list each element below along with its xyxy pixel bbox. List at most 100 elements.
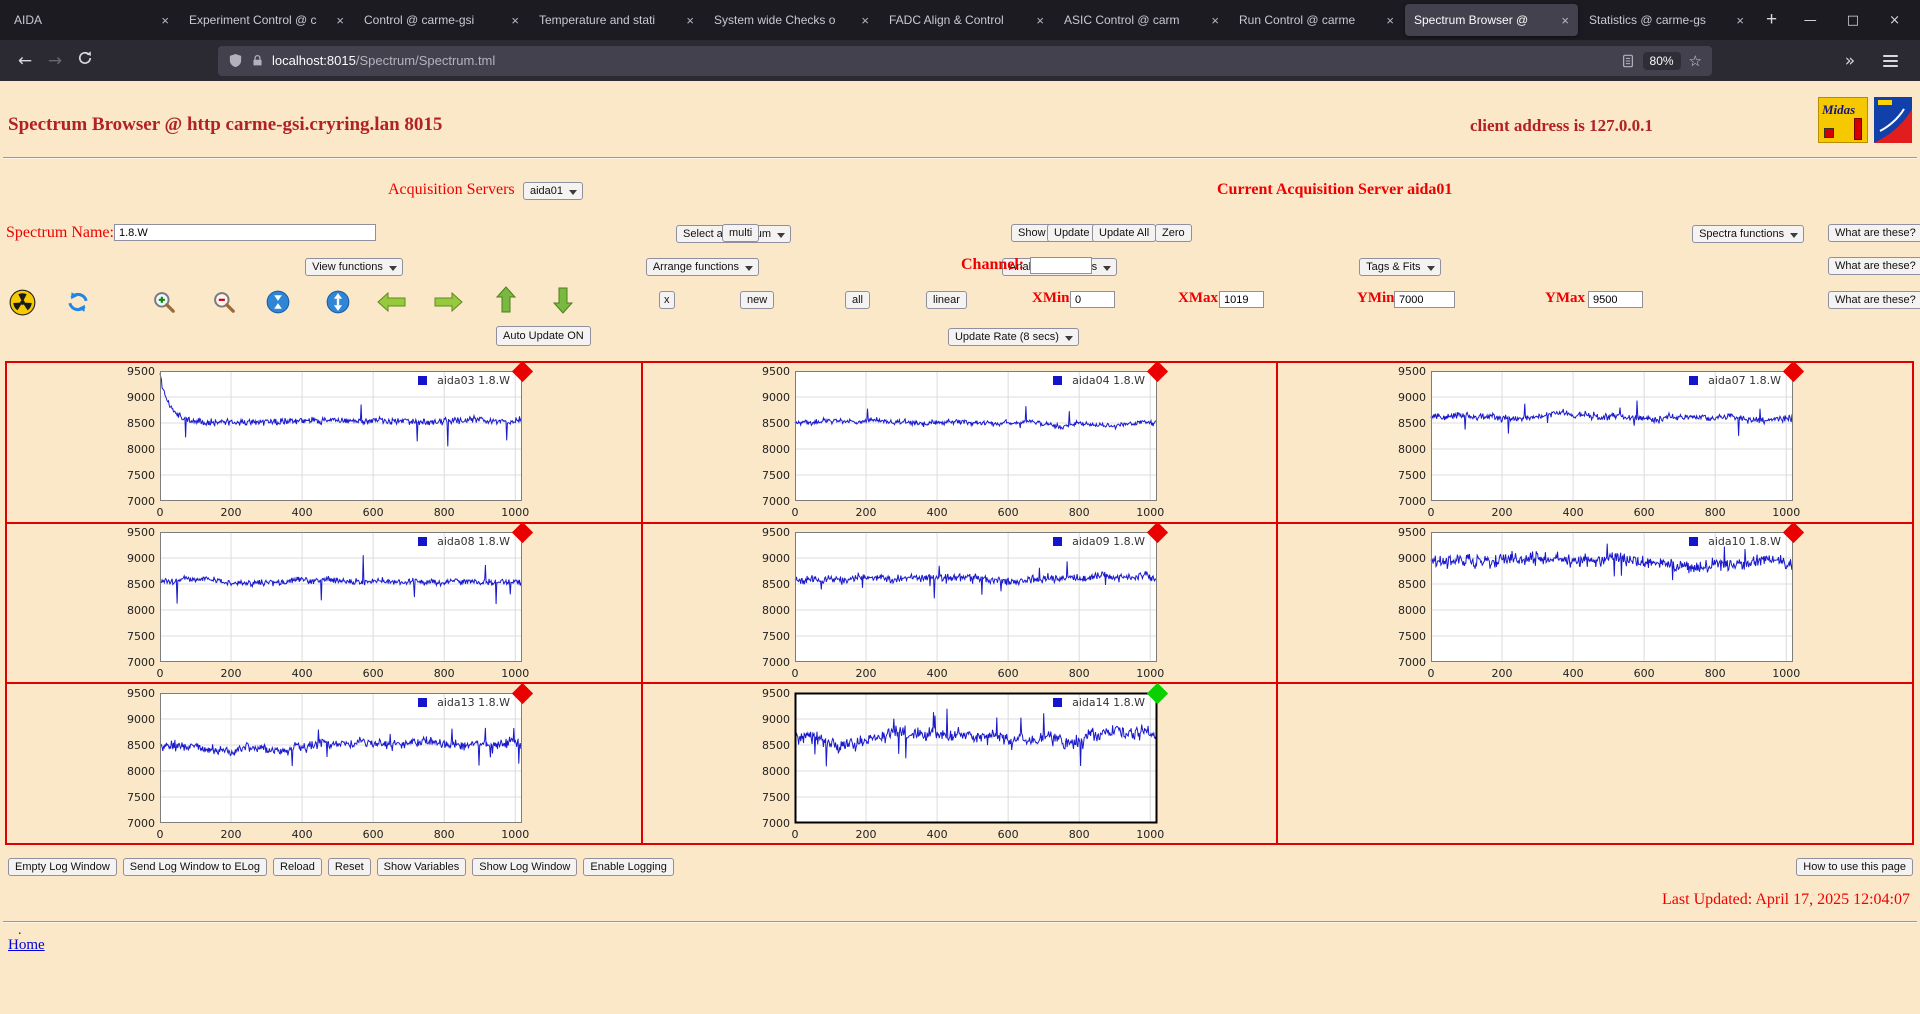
spectrum-chart-aida07[interactable]: aida07 1.8.W 7000 7500 8000 8500 9000 9500 0 200… — [1387, 361, 1805, 521]
ymin-input[interactable] — [1394, 291, 1455, 308]
arrow-right-icon[interactable] — [432, 287, 464, 317]
gallery-cell[interactable]: aida13 1.8.W 7000 7500 8000 8500 9000 9500 0 200… — [6, 682, 642, 844]
tracking-protection-shield-icon[interactable] — [228, 53, 243, 68]
spectrum-chart-aida04[interactable]: aida04 1.8.W 7000 7500 8000 8500 9000 9500 0 200… — [751, 361, 1169, 521]
send-log-window-to-elog-button[interactable]: Send Log Window to ELog — [122, 858, 268, 876]
tab-close-icon[interactable]: × — [1036, 13, 1044, 28]
browser-tab[interactable]: Control @ carme-gsi × — [355, 4, 528, 36]
gallery-cell[interactable]: aida09 1.8.W 7000 7500 8000 8500 9000 9500 0 200… — [641, 521, 1278, 684]
arrow-up-icon[interactable] — [490, 285, 522, 315]
spectrum-chart-aida10[interactable]: aida10 1.8.W 7000 7500 8000 8500 9000 9500 0 200… — [1387, 521, 1805, 682]
view-functions-select[interactable]: View functions — [305, 258, 403, 276]
browser-tab[interactable]: Run Control @ carme × — [1230, 4, 1403, 36]
gallery-cell[interactable]: aida03 1.8.W 7000 7500 8000 8500 9000 9500 0 200… — [6, 361, 642, 523]
arrange-functions-select[interactable]: Arrange functions — [645, 258, 760, 276]
tab-close-icon[interactable]: × — [511, 13, 519, 28]
browser-tab[interactable]: ASIC Control @ carm × — [1055, 4, 1228, 36]
reset-button[interactable]: Reset — [327, 858, 371, 876]
what-are-these-button-1[interactable]: What are these? — [1828, 224, 1920, 242]
gallery-cell[interactable]: aida10 1.8.W 7000 7500 8000 8500 9000 9500 0 200… — [1277, 521, 1913, 684]
linear-button[interactable]: linear — [926, 291, 967, 309]
spectrum-chart-aida09[interactable]: aida09 1.8.W 7000 7500 8000 8500 9000 9500 0 200… — [751, 521, 1169, 682]
url-bar[interactable]: localhost:8015/Spectrum/Spectrum.tml 80%… — [218, 45, 1712, 76]
zoom-out-icon[interactable] — [208, 287, 240, 317]
multi-button[interactable]: multi — [722, 224, 760, 242]
zoom-in-icon[interactable] — [148, 287, 180, 317]
browser-tab[interactable]: Experiment Control @ c × — [180, 4, 353, 36]
arrow-down-icon[interactable] — [547, 285, 579, 315]
reader-view-icon[interactable] — [1621, 54, 1635, 68]
gallery-cell[interactable]: aida14 1.8.W 7000 7500 8000 8500 9000 9500 0 200… — [641, 682, 1278, 844]
update-button[interactable]: Update — [1047, 224, 1097, 242]
xmax-input[interactable] — [1219, 291, 1264, 308]
browser-tab[interactable]: FADC Align & Control × — [880, 4, 1053, 36]
tab-close-icon[interactable]: × — [686, 13, 694, 28]
browser-tab[interactable]: AIDA × — [5, 4, 178, 36]
browser-tab[interactable]: Spectrum Browser @ × — [1405, 4, 1578, 36]
spectrum-chart-aida03[interactable]: aida03 1.8.W 7000 7500 8000 8500 9000 9500 0 200… — [116, 361, 533, 521]
what-are-these-button-2[interactable]: What are these? — [1828, 257, 1920, 275]
show-variables-button[interactable]: Show Variables — [376, 858, 467, 876]
tab-close-icon[interactable]: × — [1736, 13, 1744, 28]
tab-close-icon[interactable]: × — [336, 13, 344, 28]
svg-text:8000: 8000 — [127, 765, 155, 778]
browser-tab[interactable]: Temperature and stati × — [530, 4, 703, 36]
forward-button[interactable]: → — [40, 51, 70, 71]
connection-lock-icon[interactable] — [251, 54, 264, 67]
new-tab-button[interactable]: + — [1754, 9, 1789, 31]
overflow-menu-button[interactable]: » — [1835, 51, 1865, 71]
x-toggle-button[interactable]: x — [659, 291, 675, 309]
tab-close-icon[interactable]: × — [861, 13, 869, 28]
spectra-functions-select[interactable]: Spectra functions — [1692, 225, 1805, 243]
refresh-icon[interactable] — [62, 287, 94, 317]
enable-logging-button[interactable]: Enable Logging — [583, 858, 674, 876]
spectrum-chart-aida08[interactable]: aida08 1.8.W 7000 7500 8000 8500 9000 9500 0 200… — [116, 521, 533, 682]
svg-text:9000: 9000 — [127, 391, 155, 404]
show-log-window-button[interactable]: Show Log Window — [472, 858, 578, 876]
ymax-input[interactable] — [1588, 291, 1643, 308]
tab-close-icon[interactable]: × — [1211, 13, 1219, 28]
tab-close-icon[interactable]: × — [1386, 13, 1394, 28]
gallery-cell[interactable]: aida07 1.8.W 7000 7500 8000 8500 9000 9500 0 200… — [1277, 361, 1913, 523]
browser-window: AIDA × Experiment Control @ c × Control @ ca… — [0, 0, 1920, 1014]
update-rate-select[interactable]: Update Rate (8 secs) — [947, 328, 1079, 346]
window-minimize-button[interactable]: — — [1804, 13, 1817, 28]
reload-button[interactable] — [70, 50, 100, 71]
compress-y-icon[interactable] — [262, 287, 294, 317]
home-link[interactable]: Home — [8, 937, 45, 954]
auto-update-button[interactable]: Auto Update ON — [496, 326, 591, 346]
browser-tab[interactable]: System wide Checks o × — [705, 4, 878, 36]
arrow-left-icon[interactable] — [376, 287, 408, 317]
gallery-cell[interactable]: aida04 1.8.W 7000 7500 8000 8500 9000 9500 0 200… — [641, 361, 1278, 523]
radiation-icon[interactable] — [6, 287, 38, 317]
app-menu-button[interactable] — [1883, 52, 1898, 70]
all-button[interactable]: all — [845, 291, 871, 309]
window-maximize-button[interactable]: □ — [1847, 13, 1859, 28]
spectrum-chart-aida14[interactable]: aida14 1.8.W 7000 7500 8000 8500 9000 9500 0 200… — [751, 682, 1169, 843]
browser-tab[interactable]: Statistics @ carme-gs × — [1580, 4, 1753, 36]
new-button[interactable]: new — [740, 291, 775, 309]
window-close-button[interactable]: × — [1889, 13, 1900, 28]
bookmark-star-icon[interactable]: ☆ — [1689, 52, 1702, 70]
spectrum-name-input[interactable] — [114, 224, 376, 241]
chart-legend: aida03 1.8.W — [437, 374, 510, 387]
update-all-button[interactable]: Update All — [1092, 224, 1157, 242]
gallery-cell[interactable]: aida08 1.8.W 7000 7500 8000 8500 9000 9500 0 200… — [6, 521, 642, 684]
tab-close-icon[interactable]: × — [1561, 13, 1569, 28]
zero-button[interactable]: Zero — [1155, 224, 1192, 242]
xmin-input[interactable] — [1070, 291, 1115, 308]
zoom-level-indicator[interactable]: 80% — [1642, 51, 1681, 70]
midas-logo[interactable]: Midas — [1818, 97, 1868, 143]
back-button[interactable]: ← — [10, 51, 40, 71]
channel-input[interactable] — [1030, 257, 1092, 274]
expand-y-icon[interactable] — [322, 287, 354, 317]
spectrum-chart-aida13[interactable]: aida13 1.8.W 7000 7500 8000 8500 9000 9500 0 200… — [116, 682, 533, 843]
tags-fits-select[interactable]: Tags & Fits — [1359, 258, 1441, 276]
what-are-these-button-3[interactable]: What are these? — [1828, 291, 1920, 309]
empty-log-window-button[interactable]: Empty Log Window — [8, 858, 117, 876]
reload-button[interactable]: Reload — [273, 858, 322, 876]
acquisition-server-select[interactable]: aida01 — [523, 182, 584, 200]
daq-logo[interactable] — [1874, 97, 1912, 143]
how-to-use-button[interactable]: How to use this page — [1796, 858, 1913, 876]
tab-close-icon[interactable]: × — [161, 13, 169, 28]
